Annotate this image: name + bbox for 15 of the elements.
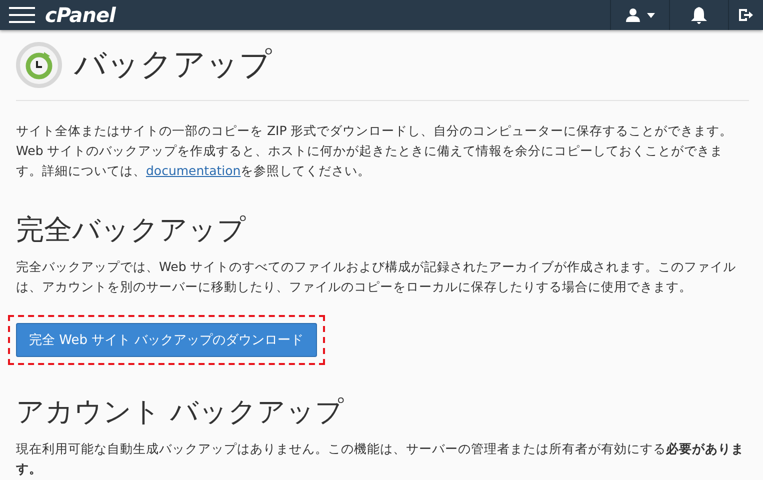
user-icon	[626, 8, 640, 22]
section-heading: 完全バックアップ	[16, 212, 247, 248]
menu-icon[interactable]	[9, 7, 35, 23]
logo[interactable]: cPanel	[45, 3, 116, 27]
section-description: 完全バックアップでは、Web サイトのすべてのファイルおよび構成が記録されたアーカイブが作成されます。このファイルは、アカウントを別のサーバーに移動したり、ファイルのコピーをローカルに保存したりする場合に使用できます。	[16, 258, 738, 296]
bell-icon	[691, 6, 707, 24]
documentation-link[interactable]: documentation	[146, 163, 241, 178]
section-heading: アカウント バックアップ	[16, 394, 345, 430]
page-title: バックアップ	[74, 44, 272, 85]
intro-paragraph: サイト全体またはサイトの一部のコピーを ZIP 形式でダウンロードし、自分のコンピューターに保存することができます。Web サイトのバックアップを作成すると、ホストに何かが起きたときに備えて情報を余分にコピーしておくことができます。詳細については、documentationを参照してください。	[16, 122, 734, 180]
caret-icon	[646, 12, 654, 18]
download-backup-button[interactable]: 完全 Web サイト バックアップのダウンロード	[16, 323, 317, 357]
logout-icon	[739, 8, 753, 22]
section-description: 現在利用可能な自動生成バックアップはありません。この機能は、サーバーの管理者または所有者が有効にする必要があります。	[16, 440, 745, 478]
backup-clock-icon	[16, 42, 62, 88]
